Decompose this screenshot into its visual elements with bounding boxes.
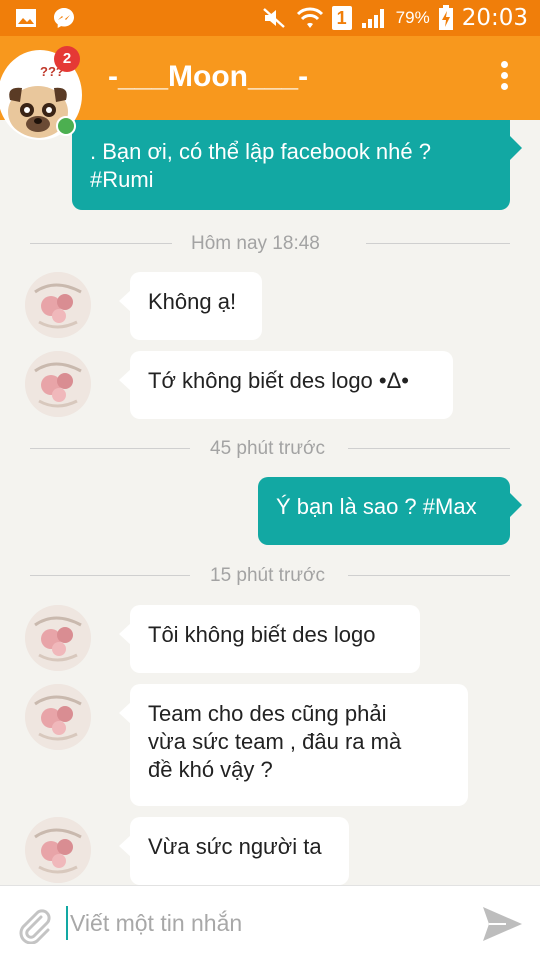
floral-avatar-icon (25, 351, 91, 417)
message-text: #Rumi (90, 167, 154, 192)
peer-avatar[interactable] (25, 817, 91, 883)
message-text: Team cho des cũng phải (148, 701, 387, 726)
incoming-message-bubble[interactable]: Vừa sức người ta (119, 817, 349, 885)
peer-avatar[interactable] (25, 605, 91, 671)
sim-label: 1 (336, 8, 347, 28)
time-separator-label: Hôm nay 18:48 (191, 233, 320, 254)
incoming-message-bubble[interactable]: Không ạ! (119, 272, 262, 340)
message-text: . Bạn ơi, có thể lập facebook nhé ? (90, 139, 431, 164)
status-bar: 1 79% 20:03 (0, 0, 540, 36)
time-separator-label: 45 phút trước (210, 438, 325, 459)
outgoing-message-bubble[interactable]: . Bạn ơi, có thể lập facebook nhé ? #Rum… (72, 120, 522, 210)
message-text: Tớ không biết des logo •Δ• (148, 368, 410, 393)
message-text: Tôi không biết des logo (148, 622, 376, 647)
message-text: đề khó vậy ? (148, 757, 273, 782)
peer-avatar[interactable] (25, 272, 91, 338)
text-caret (66, 906, 68, 940)
message-text: Ý bạn là sao ? #Max (276, 494, 477, 519)
floral-avatar-icon (25, 605, 91, 671)
message-text: Không ạ! (148, 289, 237, 314)
time-separator-label: 15 phút trước (210, 565, 325, 586)
unread-badge: 2 (54, 46, 80, 72)
time-separator: Hôm nay 18:48 (30, 233, 510, 254)
peer-avatar[interactable] (25, 351, 91, 417)
battery-charging-icon (438, 5, 453, 30)
floral-avatar-icon (25, 272, 91, 338)
incoming-message-bubble[interactable]: Tớ không biết des logo •Δ• (119, 351, 453, 419)
floral-avatar-icon (25, 817, 91, 883)
sim-icon: 1 (331, 6, 352, 30)
contact-avatar-group[interactable]: ??? 2 (0, 46, 84, 142)
message-text: Vừa sức người ta (148, 834, 322, 859)
paperclip-icon[interactable] (14, 904, 54, 944)
mute-icon (262, 8, 285, 28)
floral-avatar-icon (25, 684, 91, 750)
incoming-message-bubble[interactable]: Tôi không biết des logo (119, 605, 420, 673)
gallery-icon (16, 9, 36, 27)
more-options-icon[interactable] (492, 58, 516, 94)
contact-name[interactable]: -___Moon___- (108, 60, 308, 94)
clock: 20:03 (461, 5, 528, 31)
send-icon[interactable] (480, 904, 524, 944)
battery-percent: 79% (395, 8, 430, 27)
wifi-icon (296, 7, 323, 28)
messenger-icon (54, 8, 74, 28)
online-indicator (56, 116, 76, 136)
peer-avatar[interactable] (25, 684, 91, 750)
message-text: vừa sức team , đâu ra mà (148, 729, 402, 754)
incoming-message-bubble[interactable]: Team cho des cũng phải vừa sức team , đâ… (119, 684, 468, 806)
time-separator: 45 phút trước (30, 438, 510, 459)
signal-icon (361, 9, 384, 28)
outgoing-message-bubble[interactable]: Ý bạn là sao ? #Max (258, 477, 522, 545)
time-separator: 15 phút trước (30, 565, 510, 586)
message-input[interactable] (70, 900, 460, 946)
message-composer (0, 885, 540, 960)
